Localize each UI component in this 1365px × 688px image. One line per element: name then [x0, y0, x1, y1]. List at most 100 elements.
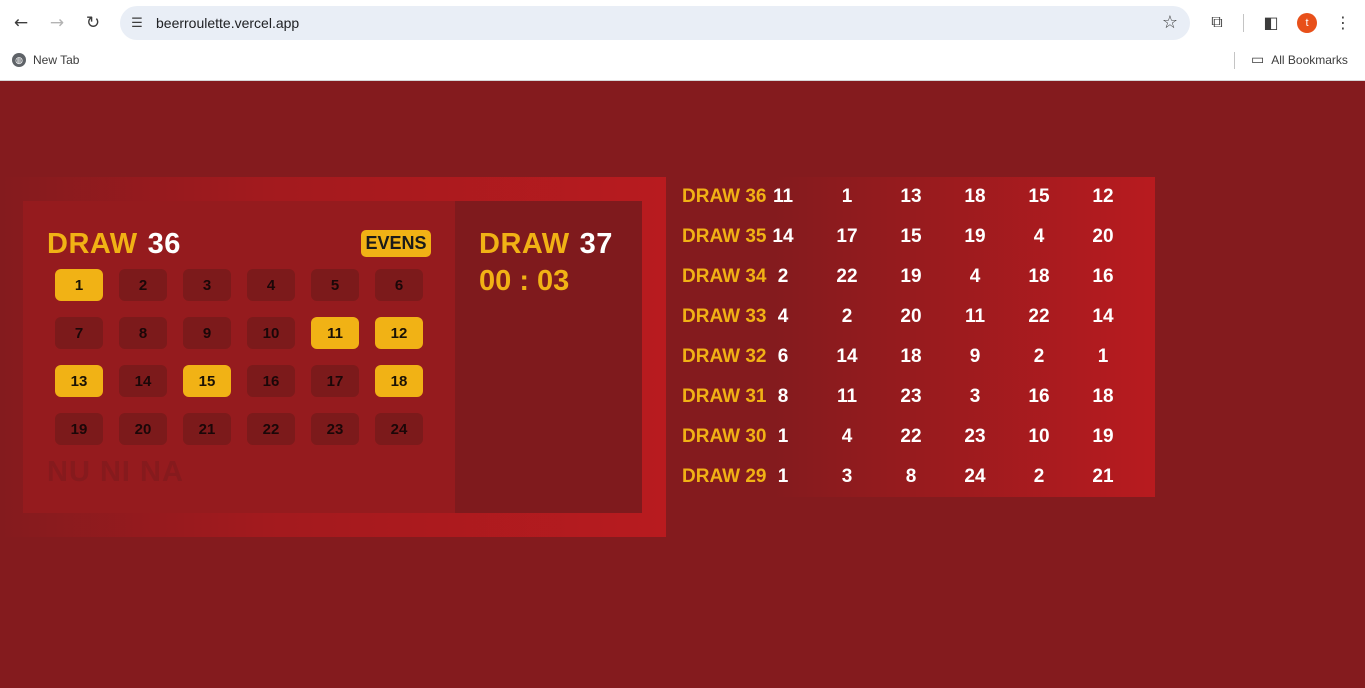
history-value: 4: [969, 266, 981, 287]
history-value: 2: [777, 266, 789, 287]
history-row: DRAW 32 6 14 18 9 2 1: [666, 337, 1155, 377]
number-cell-6: 6: [375, 269, 423, 301]
bookmarks-bar: ◍ New Tab ▭ All Bookmarks: [0, 46, 1365, 74]
history-value: 4: [841, 426, 853, 447]
history-value: 2: [1033, 346, 1045, 367]
history-value: 6: [777, 346, 789, 367]
history-value: 21: [1092, 466, 1114, 487]
number-cell-4: 4: [247, 269, 295, 301]
number-cell-17: 17: [311, 365, 359, 397]
next-draw-number: 37: [579, 228, 613, 260]
history-value: 23: [900, 386, 922, 407]
history-value: 10: [1028, 426, 1050, 447]
number-cell-9: 9: [183, 317, 231, 349]
history-row: DRAW 31 8 11 23 3 16 18: [666, 377, 1155, 417]
history-value: 11: [964, 306, 986, 327]
history-value: 4: [1033, 226, 1045, 247]
history-value: 11: [836, 386, 858, 407]
number-cell-10: 10: [247, 317, 295, 349]
history-row: DRAW 33 4 2 20 11 22 14: [666, 297, 1155, 337]
history-row: DRAW 35 14 17 15 19 4 20: [666, 217, 1155, 257]
history-value: 3: [969, 386, 981, 407]
history-value: 14: [836, 346, 858, 367]
history-value: 18: [900, 346, 922, 367]
number-cell-18: 18: [375, 365, 423, 397]
back-icon[interactable]: ←: [7, 9, 35, 37]
draw-label: DRAW: [47, 228, 138, 260]
next-draw-title: DRAW 37: [479, 228, 613, 260]
all-bookmarks-button[interactable]: ▭ All Bookmarks: [1251, 50, 1348, 70]
history-draw-label: DRAW 32: [682, 346, 767, 367]
number-cell-12: 12: [375, 317, 423, 349]
history-value: 22: [900, 426, 922, 447]
history-draw-label: DRAW 34: [682, 266, 767, 287]
toolbar-divider: [1243, 14, 1244, 32]
history-value: 19: [1092, 426, 1114, 447]
history-value: 20: [900, 306, 922, 327]
history-value: 18: [1028, 266, 1050, 287]
profile-avatar[interactable]: t: [1297, 13, 1317, 33]
browser-chrome: ← → ↻ ☰ beerroulette.vercel.app ☆ ⧉ ◧ t …: [0, 0, 1365, 81]
history-value: 24: [964, 466, 986, 487]
current-draw-title: DRAW 36: [47, 228, 181, 260]
history-value: 8: [777, 386, 789, 407]
history-value: 9: [969, 346, 981, 367]
history-value: 18: [1092, 386, 1114, 407]
number-cell-5: 5: [311, 269, 359, 301]
history-value: 14: [1092, 306, 1114, 327]
history-draw-label: DRAW 29: [682, 466, 767, 487]
number-cell-13: 13: [55, 365, 103, 397]
reload-icon[interactable]: ↻: [79, 9, 107, 37]
history-draw-label: DRAW 35: [682, 226, 767, 247]
site-info-icon[interactable]: ☰: [128, 14, 146, 32]
extensions-icon[interactable]: ⧉: [1205, 10, 1229, 34]
history-value: 22: [836, 266, 858, 287]
countdown-timer: 00 : 03: [479, 265, 570, 297]
number-cell-23: 23: [311, 413, 359, 445]
history-row: DRAW 34 2 22 19 4 18 16: [666, 257, 1155, 297]
history-value: 1: [1097, 346, 1109, 367]
number-cell-3: 3: [183, 269, 231, 301]
folder-icon: ▭: [1251, 52, 1265, 68]
draw-number: 36: [147, 228, 181, 260]
nu-ni-na-text: NU NI NA: [47, 456, 184, 488]
number-cell-14: 14: [119, 365, 167, 397]
address-bar[interactable]: ☰ beerroulette.vercel.app ☆: [120, 6, 1190, 40]
history-value: 4: [777, 306, 789, 327]
evens-badge: EVENS: [361, 230, 431, 257]
number-cell-15: 15: [183, 365, 231, 397]
history-value: 1: [841, 186, 853, 207]
number-cell-19: 19: [55, 413, 103, 445]
history-value: 1: [777, 466, 789, 487]
history-value: 13: [900, 186, 922, 207]
number-cell-1: 1: [55, 269, 103, 301]
draw-history-table: DRAW 36 11 1 13 18 15 12 DRAW 35 14 17 15 19 4 20 DRAW…: [666, 177, 1155, 497]
all-bookmarks-label: All Bookmarks: [1271, 53, 1348, 67]
number-cell-20: 20: [119, 413, 167, 445]
globe-icon: ◍: [12, 53, 26, 67]
url-text[interactable]: beerroulette.vercel.app: [156, 14, 299, 32]
number-cell-22: 22: [247, 413, 295, 445]
forward-icon[interactable]: →: [43, 9, 71, 37]
bookmark-new-tab[interactable]: ◍ New Tab: [12, 50, 79, 70]
browser-toolbar: ← → ↻ ☰ beerroulette.vercel.app ☆ ⧉ ◧ t …: [0, 0, 1365, 46]
history-value: 22: [1028, 306, 1050, 327]
bookmark-label: New Tab: [33, 53, 80, 67]
number-cell-24: 24: [375, 413, 423, 445]
history-draw-label: DRAW 30: [682, 426, 767, 447]
number-cell-16: 16: [247, 365, 295, 397]
history-value: 19: [900, 266, 922, 287]
menu-icon[interactable]: ⋮: [1331, 10, 1355, 34]
history-value: 11: [772, 186, 794, 207]
history-draw-label: DRAW 31: [682, 386, 767, 407]
history-value: 23: [964, 426, 986, 447]
side-panel-icon[interactable]: ◧: [1259, 10, 1283, 34]
history-value: 1: [777, 426, 789, 447]
number-cell-7: 7: [55, 317, 103, 349]
history-row: DRAW 30 1 4 22 23 10 19: [666, 417, 1155, 457]
history-value: 18: [964, 186, 986, 207]
history-value: 15: [1028, 186, 1050, 207]
number-cell-11: 11: [311, 317, 359, 349]
bookmark-star-icon[interactable]: ☆: [1162, 12, 1178, 33]
history-value: 14: [772, 226, 794, 247]
